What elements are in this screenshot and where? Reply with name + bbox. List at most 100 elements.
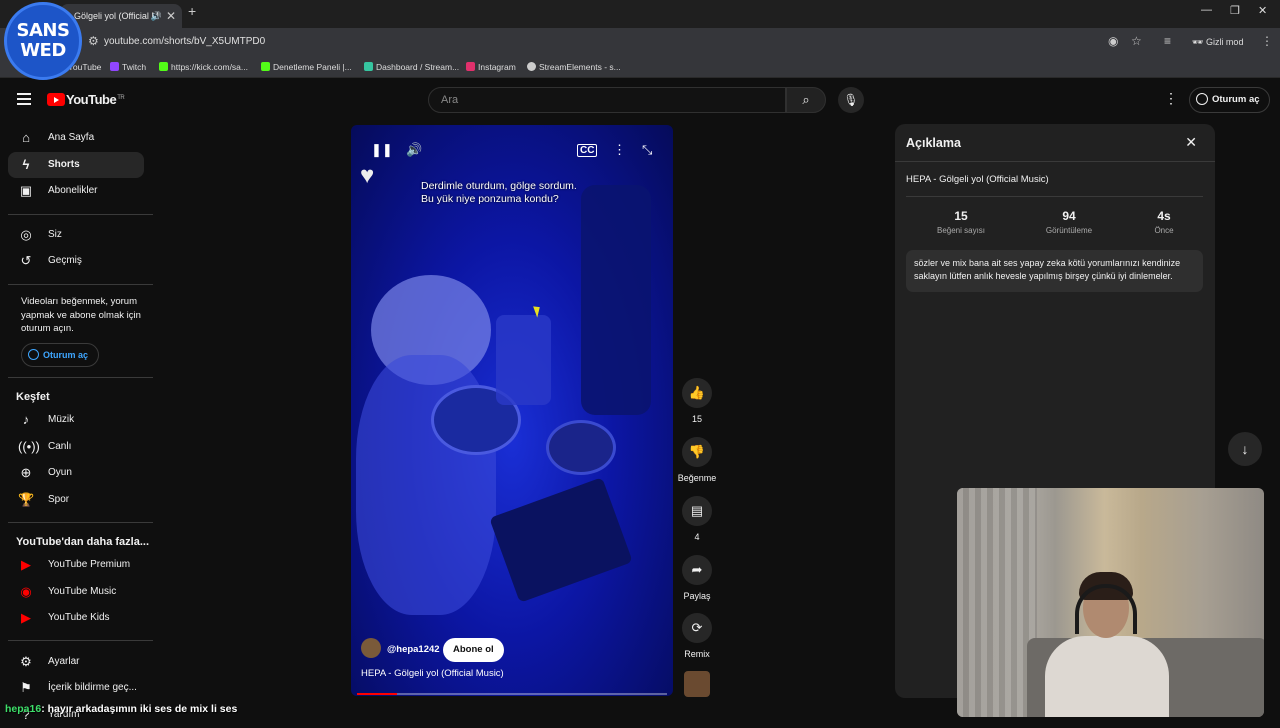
bookmark-kick[interactable]: https://kick.com/sa... [159, 56, 248, 78]
menu-icon[interactable] [17, 93, 31, 108]
history-icon: ↺ [20, 253, 32, 268]
subscribe-button[interactable]: Abone ol [443, 638, 504, 662]
captions-icon[interactable]: CC [577, 144, 598, 157]
explore-heading: Keşfet [16, 391, 50, 403]
browser-menu-icon[interactable]: ⋮ [1261, 34, 1273, 48]
live-icon: ((•)) [18, 439, 40, 454]
sidebar-signin-button[interactable]: Oturum aç [21, 343, 100, 367]
volume-icon[interactable]: 🔊 [406, 142, 422, 158]
minimize-icon[interactable]: — [1201, 4, 1212, 16]
next-video-button[interactable]: ↓ [1228, 432, 1262, 466]
video-caption: Derdimle oturdum, gölge sordum. Bu yük n… [421, 180, 577, 206]
sidebar-item-history[interactable]: ↺ Geçmiş [8, 248, 144, 274]
sidebar-item-label: İçerik bildirme geç... [48, 682, 137, 693]
comments-button[interactable]: ▤ 4 [679, 496, 715, 542]
browser-tab-bar: Gölgeli yol (Official M 🔊 ✕ + — ❐ ✕ [0, 0, 1280, 28]
close-icon[interactable]: ✕ [1185, 134, 1197, 151]
sidebar-item-sports[interactable]: 🏆 Spor [8, 487, 144, 513]
site-info-icon[interactable]: ⚙ [88, 34, 99, 48]
logo-line-1: SANS [16, 20, 70, 41]
search-button[interactable]: ⌕ [786, 87, 826, 113]
remix-button[interactable]: ⟳ Remix [679, 613, 715, 659]
dislike-button[interactable]: 👎 Beğenme [678, 437, 716, 483]
bookmark-label: Denetleme Paneli |... [273, 62, 352, 72]
sidebar-item-you[interactable]: ◎ Siz [8, 222, 144, 248]
player-more-icon[interactable]: ⋮ [613, 142, 626, 158]
audio-thumbnail[interactable] [684, 671, 710, 697]
dislike-label: Beğenme [677, 473, 717, 483]
sidebar-item-label: Abonelikler [48, 185, 98, 196]
share-label: Paylaş [683, 591, 711, 601]
sidebar-item-live[interactable]: ((•)) Canlı [8, 434, 144, 460]
bookmark-label: Dashboard / Stream... [376, 62, 460, 72]
new-tab-icon[interactable]: + [188, 3, 196, 19]
bookmark-star-icon[interactable]: ☆ [1131, 34, 1142, 48]
you-icon: ◎ [20, 227, 32, 242]
chat-text: : hayır arkadaşımın iki ses de mix li se… [41, 703, 238, 715]
tab-title: Gölgeli yol (Official M [74, 11, 159, 21]
twitch-icon [110, 62, 119, 71]
fullscreen-icon[interactable]: ⤡ [642, 142, 652, 158]
sidebar-item-settings[interactable]: ⚙ Ayarlar [8, 649, 144, 675]
youtube-header: YouTubeTR Ara ⌕ 🎙 ⋮ Oturum aç [0, 80, 1280, 120]
flag-icon: ⚑ [20, 680, 32, 695]
restore-icon[interactable]: ❐ [1230, 4, 1240, 17]
share-button[interactable]: ➦ Paylaş [679, 555, 715, 601]
eye-off-icon[interactable]: ◉ [1108, 34, 1118, 48]
bookmark-twitch[interactable]: Twitch [110, 56, 146, 78]
channel-avatar [361, 638, 381, 658]
arrow-down-icon: ↓ [1241, 441, 1249, 457]
sidebar-item-gaming[interactable]: ⊕ Oyun [8, 460, 144, 486]
stat-likes: 15 Beğeni sayısı [921, 209, 1001, 235]
sidebar-item-youtube-premium[interactable]: ▶ YouTube Premium [8, 552, 144, 578]
address-bar[interactable]: youtube.com/shorts/bV_X5UMTPD0 [104, 28, 265, 56]
video-progress-bar[interactable] [357, 693, 667, 695]
more-options-icon[interactable]: ⋮ [1164, 90, 1178, 107]
subscriptions-icon: ▣ [19, 183, 33, 198]
shorts-icon: ϟ [22, 157, 30, 172]
sidebar-item-label: Spor [48, 494, 70, 505]
sidebar-item-subscriptions[interactable]: ▣ Abonelikler [8, 178, 144, 204]
youtube-music-icon: ◉ [20, 584, 32, 599]
bookmark-label: https://kick.com/sa... [171, 62, 248, 72]
bookmark-dashboard[interactable]: Dashboard / Stream... [364, 56, 459, 78]
bookmark-instagram[interactable]: Instagram [466, 56, 516, 78]
voice-search-icon[interactable]: 🎙 [838, 87, 864, 113]
shorts-video-player[interactable]: ❚❚ 🔊 CC ⋮ ⤡ ♥ Derdimle oturdum, gölge so… [351, 125, 673, 696]
channel-link[interactable]: @hepa1242 [361, 638, 440, 662]
speaker-icon[interactable]: 🔊 [151, 4, 162, 28]
sidebar-item-report-history[interactable]: ⚑ İçerik bildirme geç... [8, 675, 144, 701]
sidebar-item-home[interactable]: ⌂ Ana Sayfa [8, 125, 144, 151]
bookmark-denetleme[interactable]: Denetleme Paneli |... [261, 56, 352, 78]
sidebar-item-shorts[interactable]: ϟ Shorts [8, 152, 144, 178]
comment-icon: ▤ [682, 496, 712, 526]
sidebar-item-label: Ana Sayfa [48, 132, 95, 143]
like-button[interactable]: 👍 15 [679, 378, 715, 424]
youtube-logo[interactable]: YouTubeTR [47, 92, 125, 107]
sidebar-item-music[interactable]: ♪ Müzik [8, 407, 144, 433]
heart-icon: ♥ [360, 162, 375, 189]
pause-icon[interactable]: ❚❚ [371, 142, 393, 158]
sidebar-item-youtube-music[interactable]: ◉ YouTube Music [8, 579, 144, 605]
tab-search-icon[interactable]: ≡ [1164, 34, 1171, 48]
webcam-overlay [957, 488, 1264, 717]
logo-text: YouTube [66, 92, 117, 107]
thumbs-down-icon: 👎 [682, 437, 712, 467]
video-title[interactable]: HEPA - Gölgeli yol (Official Music) [361, 668, 504, 679]
close-window-icon[interactable]: ✕ [1258, 4, 1267, 17]
comment-count: 4 [694, 532, 700, 542]
account-icon [1196, 93, 1208, 105]
like-count: 15 [691, 414, 702, 424]
description-title: HEPA - Gölgeli yol (Official Music) [906, 174, 1049, 185]
divider [8, 640, 153, 641]
sidebar-item-youtube-kids[interactable]: ▶ YouTube Kids [8, 605, 144, 631]
search-input[interactable]: Ara [428, 87, 786, 113]
signin-button[interactable]: Oturum aç [1189, 87, 1270, 113]
bookmark-streamelements[interactable]: StreamElements - s... [527, 56, 621, 78]
home-icon: ⌂ [22, 130, 30, 145]
incognito-badge[interactable]: 🕶 Gizli mod [1184, 32, 1251, 52]
incognito-icon: 🕶 [1192, 37, 1206, 47]
streamelements-icon [527, 62, 536, 71]
bookmarks-bar: YouTube Twitch https://kick.com/sa... De… [0, 56, 1280, 78]
close-tab-icon[interactable]: ✕ [166, 4, 176, 28]
